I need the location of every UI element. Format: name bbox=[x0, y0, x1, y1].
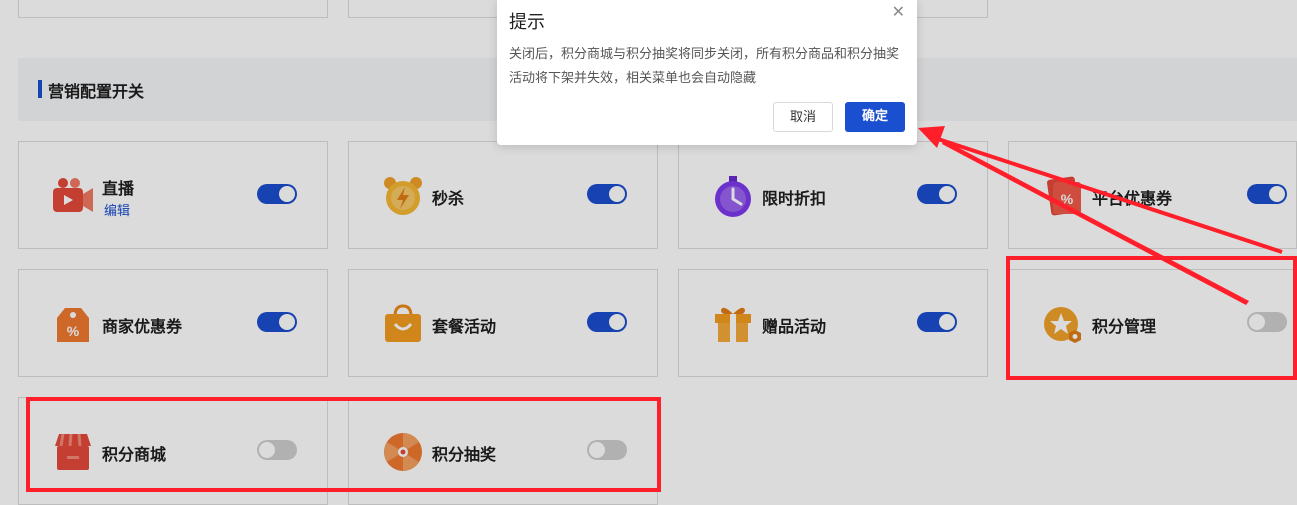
dialog-title: 提示 bbox=[509, 12, 545, 33]
highlight-box-points-manage bbox=[1006, 256, 1297, 380]
dialog-message: 关闭后，积分商城与积分抽奖将同步关闭，所有积分商品和积分抽奖活动将下架并失效，相… bbox=[509, 47, 900, 86]
cancel-button[interactable]: 取消 bbox=[773, 102, 833, 132]
confirm-button[interactable]: 确定 bbox=[845, 102, 905, 132]
confirm-dialog: 提示 ✕ 关闭后，积分商城与积分抽奖将同步关闭，所有积分商品和积分抽奖活动将下架… bbox=[497, 0, 917, 145]
close-icon[interactable]: ✕ bbox=[892, 2, 905, 21]
marketing-config-page: 营销配置开关 直播 编辑 秒杀 限时折扣 % 平台优惠券 % 商家优惠券 套餐活… bbox=[0, 0, 1297, 505]
highlight-box-points-mall-lottery bbox=[26, 397, 661, 492]
